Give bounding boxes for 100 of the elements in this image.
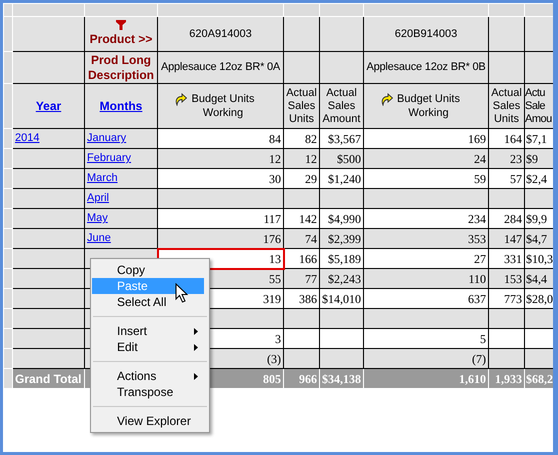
table-cell: $4,4 (524, 268, 553, 288)
row-handle[interactable] (4, 368, 12, 388)
month-link[interactable]: March (87, 172, 118, 184)
row-handle[interactable] (4, 208, 12, 228)
row-handle[interactable] (4, 148, 12, 168)
table-cell: $5,189 (320, 248, 364, 268)
table-cell (320, 52, 364, 84)
table-cell: $2,243 (320, 268, 364, 288)
column-handle[interactable] (320, 4, 364, 16)
month-link[interactable]: January (87, 132, 126, 144)
month-link[interactable]: April (87, 192, 110, 204)
column-handle[interactable] (4, 4, 12, 16)
table-cell: 353 (364, 228, 488, 248)
table-cell: 59 (364, 168, 488, 188)
filter-icon (116, 20, 126, 30)
row-handle[interactable] (4, 328, 12, 348)
table-cell (488, 52, 524, 84)
month-link[interactable]: February (87, 152, 132, 164)
row-handle[interactable] (4, 52, 12, 84)
table-cell: 147 (488, 228, 524, 248)
row-handle[interactable] (4, 16, 12, 52)
table-cell: 620B914003 (364, 16, 488, 52)
table-cell: 637 (364, 288, 488, 308)
column-handle[interactable] (284, 4, 320, 16)
table-cell: 284 (488, 208, 524, 228)
menu-item[interactable]: View Explorer (92, 413, 204, 429)
table-cell: 1,933 (488, 368, 524, 388)
table-cell: $10,3 (524, 248, 553, 268)
table-cell: $14,010 (320, 288, 364, 308)
column-header-label: Budget Units Working (396, 92, 461, 120)
column-handle[interactable] (158, 4, 284, 16)
column-header: Actual Sales Units (284, 84, 320, 128)
table-cell: 30 (158, 168, 284, 188)
table-cell: 153 (488, 268, 524, 288)
dimension-label: Product >> (90, 32, 152, 46)
table-cell: 84 (158, 128, 284, 148)
row-handle[interactable] (4, 188, 12, 208)
table-cell: 82 (284, 128, 320, 148)
table-cell: $2,399 (320, 228, 364, 248)
column-header: Actual Sales Units (488, 84, 524, 128)
table-cell: 773 (488, 288, 524, 308)
year-link[interactable]: Year (36, 98, 62, 113)
table-cell (320, 16, 364, 52)
months-link[interactable]: Months (100, 98, 142, 113)
column-header: Actual Sales Amount (320, 84, 364, 128)
row-handle[interactable] (4, 268, 12, 288)
table-cell: 234 (364, 208, 488, 228)
table-cell: $3,567 (320, 128, 364, 148)
column-header: Actu Sale Amou (524, 84, 553, 128)
column-handle[interactable] (488, 4, 524, 16)
table-cell: 169 (364, 128, 488, 148)
column-handle[interactable] (364, 4, 488, 16)
column-handle[interactable] (84, 4, 158, 16)
table-cell (284, 52, 320, 84)
table-cell: $7,1 (524, 128, 553, 148)
table-cell: 117 (158, 208, 284, 228)
table-cell: 57 (488, 168, 524, 188)
table-cell: 331 (488, 248, 524, 268)
table-cell (284, 16, 320, 52)
table-cell: 27 (364, 248, 488, 268)
table-cell: $2,4 (524, 168, 553, 188)
column-header-label: Budget Units Working (190, 92, 256, 120)
table-cell: 620A914003 (158, 16, 284, 52)
table-cell: 23 (488, 148, 524, 168)
month-link[interactable]: June (87, 232, 111, 244)
row-handle[interactable] (4, 288, 12, 308)
row-handle[interactable] (4, 308, 12, 328)
table-cell (524, 52, 553, 84)
table-cell: $4,7 (524, 228, 553, 248)
table-cell: $1,240 (320, 168, 364, 188)
table-cell: 110 (364, 268, 488, 288)
row-handle[interactable] (4, 84, 12, 128)
row-handle[interactable] (4, 228, 12, 248)
table-cell: (7) (364, 348, 488, 368)
table-cell: $68,2 (524, 368, 553, 388)
table-cell: 966 (284, 368, 320, 388)
table-cell: $34,138 (320, 368, 364, 388)
column-handle[interactable] (12, 4, 84, 16)
table-cell (12, 248, 84, 268)
table-cell: 12 (158, 148, 284, 168)
curved-arrow-icon (380, 93, 392, 106)
table-cell: 386 (284, 288, 320, 308)
column-handle[interactable] (524, 4, 553, 16)
row-handle[interactable] (4, 128, 12, 148)
year-link[interactable]: 2014 (15, 132, 40, 144)
table-cell: 77 (284, 268, 320, 288)
table-cell: $9,9 (524, 208, 553, 228)
row-handle[interactable] (4, 248, 12, 268)
table-cell: 164 (488, 128, 524, 148)
table-cell: 176 (158, 228, 284, 248)
table-cell (524, 16, 553, 52)
table-cell: Applesauce 12oz BR* 0A (158, 52, 284, 84)
month-link[interactable]: May (87, 212, 108, 224)
column-header: Prod Long Description (84, 52, 158, 84)
row-handle[interactable] (4, 348, 12, 368)
table-cell: Applesauce 12oz BR* 0B (364, 52, 488, 84)
table-cell: 24 (364, 148, 488, 168)
table-cell: 5 (364, 328, 488, 348)
table-cell: 12 (284, 148, 320, 168)
row-handle[interactable] (4, 168, 12, 188)
